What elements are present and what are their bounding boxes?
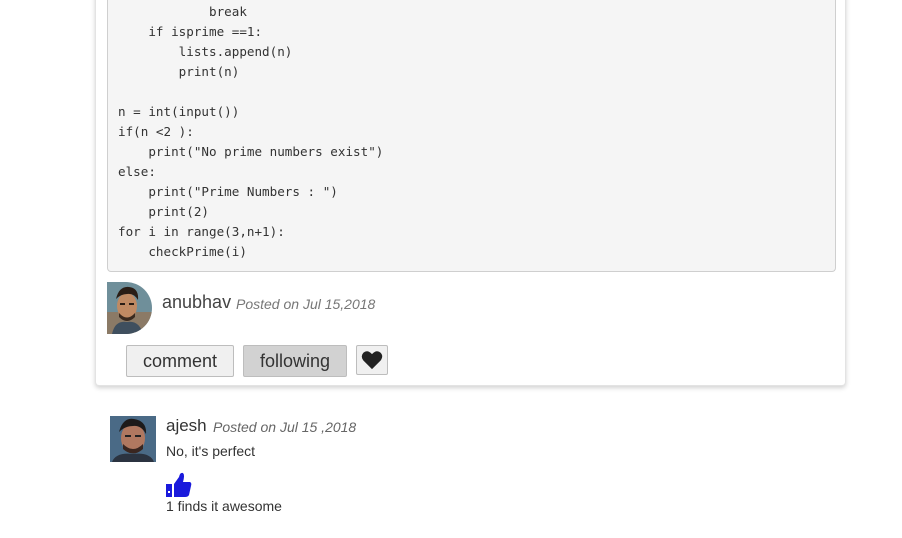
code-line: checkPrime(i) (118, 244, 247, 259)
comment-item: ajesh Posted on Jul 15 ,2018 No, it's pe… (110, 416, 610, 526)
commenter-name[interactable]: ajesh (166, 416, 207, 436)
code-line: else: (118, 164, 156, 179)
post-card: break if isprime ==1: lists.append(n) pr… (95, 0, 846, 386)
code-line: print(2) (118, 204, 209, 219)
code-line: for i in range(3,n+1): (118, 224, 285, 239)
code-line: lists.append(n) (118, 44, 293, 59)
thumbs-up-icon[interactable] (165, 472, 193, 498)
author-avatar[interactable] (107, 282, 152, 334)
code-line: print(n) (118, 64, 240, 79)
code-line: if isprime ==1: (118, 24, 263, 39)
commenter-avatar[interactable] (110, 416, 156, 462)
comment-date: Posted on Jul 15 ,2018 (213, 419, 357, 435)
code-line: print("Prime Numbers : ") (118, 184, 338, 199)
like-heart-button[interactable] (356, 345, 388, 375)
post-date: Posted on Jul 15,2018 (236, 296, 376, 312)
following-button[interactable]: following (243, 345, 347, 377)
comment-button[interactable]: comment (126, 345, 234, 377)
post-author-row: anubhav Posted on Jul 15,2018 (107, 282, 607, 334)
code-line: print("No prime numbers exist") (118, 144, 384, 159)
code-line: break (118, 4, 247, 19)
comment-text: No, it's perfect (166, 443, 256, 459)
heart-icon (361, 351, 383, 370)
code-line (118, 82, 835, 102)
like-count-text: 1 finds it awesome (166, 498, 282, 514)
code-line: n = int(input()) (118, 104, 240, 119)
code-line: if(n <2 ): (118, 124, 194, 139)
post-author-name[interactable]: anubhav (162, 292, 231, 313)
code-block: break if isprime ==1: lists.append(n) pr… (107, 0, 836, 272)
